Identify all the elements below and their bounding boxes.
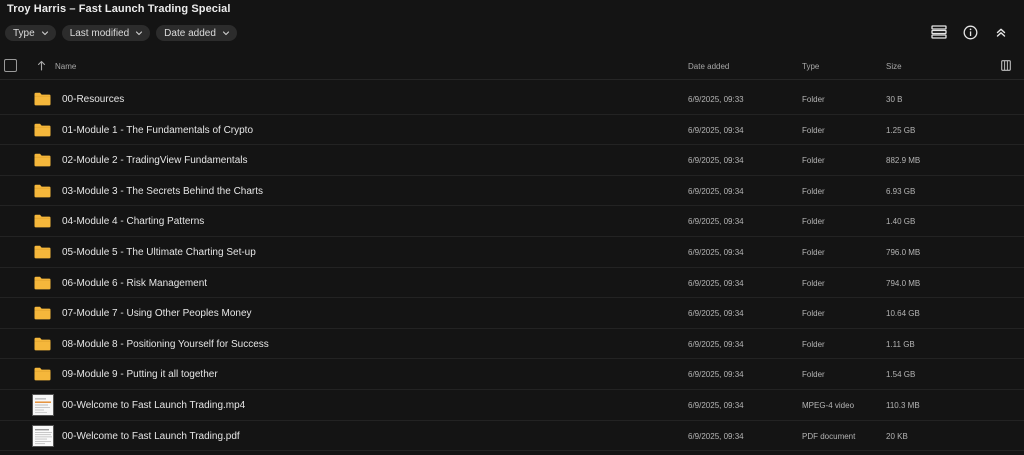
table-row[interactable]: 07-Module 7 - Using Other Peoples Money 6… <box>0 298 1024 329</box>
file-size: 110.3 MB <box>886 400 920 410</box>
table-row[interactable]: 04-Module 4 - Charting Patterns 6/9/2025,… <box>0 206 1024 237</box>
column-header-name[interactable]: Name <box>55 62 76 71</box>
column-header-size[interactable]: Size <box>886 62 902 71</box>
column-header-date[interactable]: Date added <box>688 62 729 71</box>
file-name: 06-Module 6 - Risk Management <box>62 277 208 289</box>
folder-icon <box>34 245 51 259</box>
date-added: 6/9/2025, 09:34 <box>688 186 744 196</box>
table-row[interactable]: 00-Resources 6/9/2025, 09:33 Folder 30 B <box>0 84 1024 115</box>
file-size: 1.40 GB <box>886 217 916 227</box>
table-row[interactable]: 01-Module 1 - The Fundamentals of Crypto… <box>0 115 1024 146</box>
file-size: 30 B <box>886 95 903 104</box>
chevron-down-icon <box>41 29 49 37</box>
date-added: 6/9/2025, 09:34 <box>688 431 744 441</box>
file-type: Folder <box>802 217 825 227</box>
file-type: Folder <box>802 247 825 257</box>
file-type: Folder <box>802 125 825 135</box>
date-added: 6/9/2025, 09:34 <box>688 156 744 166</box>
filter-chip-date-added[interactable]: Date added <box>156 25 237 41</box>
table-row[interactable]: 06-Module 6 - Risk Management 6/9/2025, 0… <box>0 268 1024 299</box>
file-type: Folder <box>802 278 825 288</box>
file-size: 882.9 MB <box>886 156 921 166</box>
file-size: 6.93 GB <box>886 186 916 196</box>
file-size: 1.11 GB <box>886 339 915 349</box>
folder-icon <box>34 184 51 198</box>
columns-icon[interactable] <box>1001 60 1011 71</box>
file-name: 00-Welcome to Fast Launch Trading.mp4 <box>62 399 246 411</box>
folder-icon <box>34 92 51 106</box>
column-header-type[interactable]: Type <box>802 62 819 71</box>
file-name: 07-Module 7 - Using Other Peoples Money <box>62 308 252 320</box>
file-list: 00-Resources 6/9/2025, 09:33 Folder 30 B 01-… <box>0 84 1024 452</box>
filter-chip-type[interactable]: Type <box>5 25 56 41</box>
folder-icon <box>34 337 51 351</box>
file-size: 1.25 GB <box>886 125 916 135</box>
file-type: Folder <box>802 186 825 196</box>
table-row[interactable]: 05-Module 5 - The Ultimate Charting Set-… <box>0 237 1024 268</box>
file-type: Folder <box>802 309 825 319</box>
file-size: 20 KB <box>886 431 908 441</box>
file-name: 00-Resources <box>62 94 125 105</box>
file-size: 1.54 GB <box>886 370 916 380</box>
date-added: 6/9/2025, 09:34 <box>688 278 744 288</box>
folder-icon <box>34 367 51 381</box>
select-all-checkbox[interactable] <box>4 59 17 72</box>
date-added: 6/9/2025, 09:34 <box>688 125 744 135</box>
file-name: 05-Module 5 - The Ultimate Charting Set-… <box>62 246 256 258</box>
date-added: 6/9/2025, 09:33 <box>688 95 744 104</box>
file-size: 796.0 MB <box>886 247 921 257</box>
table-row[interactable]: 03-Module 3 - The Secrets Behind the Cha… <box>0 176 1024 207</box>
folder-icon <box>34 123 51 137</box>
table-row[interactable]: 00-Welcome to Fast Launch Trading.mp4 6/9… <box>0 390 1024 421</box>
chevron-down-icon <box>222 29 230 37</box>
file-type: Folder <box>802 156 825 166</box>
file-size: 794.0 MB <box>886 278 921 288</box>
info-icon[interactable] <box>961 23 979 41</box>
table-row[interactable]: 09-Module 9 - Putting it all together 6/9… <box>0 359 1024 390</box>
page-title: Troy Harris – Fast Launch Trading Specia… <box>7 3 231 15</box>
folder-icon <box>34 276 51 290</box>
table-row[interactable]: 08-Module 8 - Positioning Yourself for S… <box>0 329 1024 360</box>
file-type: MPEG-4 video <box>802 400 855 410</box>
folder-icon <box>34 153 51 167</box>
file-name: 09-Module 9 - Putting it all together <box>62 369 218 381</box>
file-name: 04-Module 4 - Charting Patterns <box>62 216 205 228</box>
file-name: 02-Module 2 - TradingView Fundamentals <box>62 155 248 167</box>
arrow-up-icon[interactable] <box>37 60 46 71</box>
file-type: Folder <box>802 370 825 380</box>
pdf-thumbnail-icon <box>32 424 54 447</box>
file-name: 08-Module 8 - Positioning Yourself for S… <box>62 338 269 350</box>
filter-bar: Type Last modified Date added <box>5 25 237 41</box>
date-added: 6/9/2025, 09:34 <box>688 400 744 410</box>
chevron-down-icon <box>135 29 143 37</box>
table-header: Name Date added Type Size <box>0 54 1024 80</box>
file-type: Folder <box>802 339 825 349</box>
date-added: 6/9/2025, 09:34 <box>688 309 744 319</box>
table-row[interactable]: 02-Module 2 - TradingView Fundamentals 6/… <box>0 145 1024 176</box>
folder-icon <box>34 214 51 228</box>
file-name: 01-Module 1 - The Fundamentals of Crypto <box>62 124 254 136</box>
file-name: 00-Welcome to Fast Launch Trading.pdf <box>62 430 240 442</box>
file-type: Folder <box>802 95 825 104</box>
file-type: PDF document <box>802 431 856 441</box>
collapse-icon[interactable] <box>992 23 1010 41</box>
filter-chip-label: Type <box>13 27 35 39</box>
file-size: 10.64 GB <box>886 309 920 319</box>
date-added: 6/9/2025, 09:34 <box>688 247 744 257</box>
filter-chip-label: Last modified <box>69 27 130 39</box>
list-view-icon[interactable] <box>930 23 948 41</box>
file-name: 03-Module 3 - The Secrets Behind the Cha… <box>62 185 264 197</box>
table-row[interactable]: 00-Welcome to Fast Launch Trading.pdf 6/9… <box>0 421 1024 452</box>
video-thumbnail-icon <box>32 393 54 416</box>
date-added: 6/9/2025, 09:34 <box>688 339 744 349</box>
filter-chip-last-modified[interactable]: Last modified <box>61 25 151 41</box>
folder-icon <box>34 306 51 320</box>
filter-chip-label: Date added <box>164 27 216 39</box>
date-added: 6/9/2025, 09:34 <box>688 370 744 380</box>
date-added: 6/9/2025, 09:34 <box>688 217 744 227</box>
toolbar <box>930 23 1010 41</box>
